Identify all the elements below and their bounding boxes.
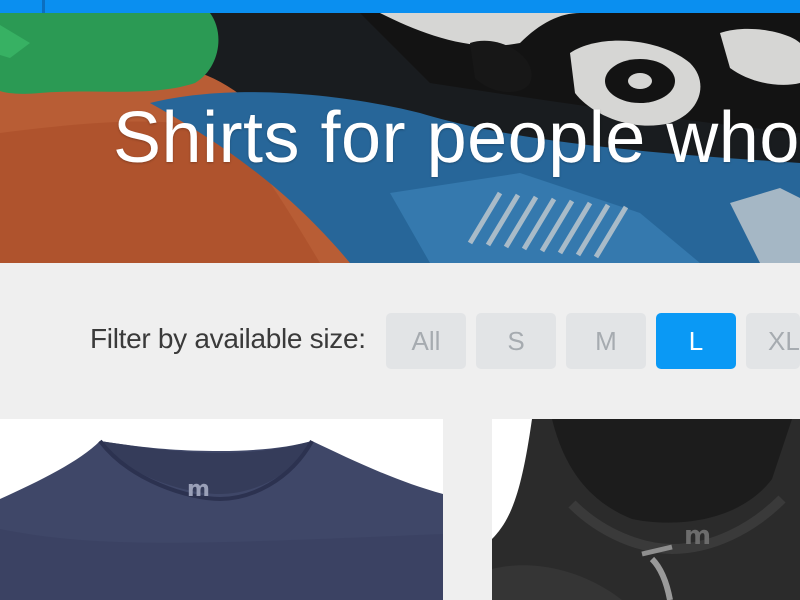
- product-card[interactable]: m: [492, 419, 800, 600]
- m-logo-icon: m: [187, 477, 210, 502]
- size-filter-s[interactable]: S: [476, 313, 556, 369]
- nav-divider: [42, 0, 45, 13]
- product-card[interactable]: m: [0, 419, 443, 600]
- product-image-tshirt: [0, 419, 443, 600]
- product-image-hoodie: [492, 419, 800, 600]
- filter-label: Filter by available size:: [90, 323, 366, 354]
- size-filter-xl[interactable]: XL: [746, 313, 800, 369]
- hero-title: Shirts for people who: [113, 98, 800, 178]
- size-filter-m[interactable]: M: [566, 313, 646, 369]
- hero-banner: Shirts for people who: [0, 13, 800, 263]
- top-nav-bar: [0, 0, 800, 13]
- size-filter-all[interactable]: All: [386, 313, 466, 369]
- size-filter-bar: Filter by available size: All S M L XL: [0, 263, 800, 418]
- m-logo-icon: m: [684, 521, 712, 551]
- size-filter-l[interactable]: L: [656, 313, 736, 369]
